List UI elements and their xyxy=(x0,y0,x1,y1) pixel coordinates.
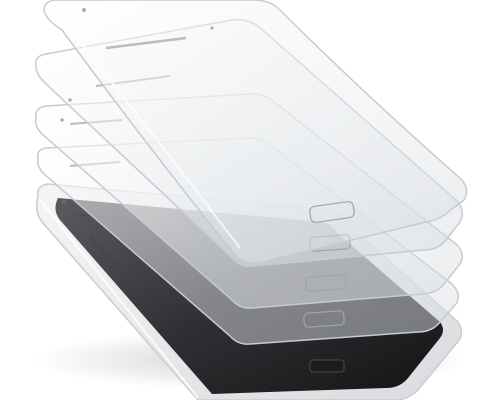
front-camera-icon xyxy=(62,200,66,204)
front-camera-icon xyxy=(82,8,86,12)
photo-canvas xyxy=(30,0,470,400)
home-button-icon xyxy=(309,359,345,373)
sensor-dot xyxy=(210,26,214,30)
front-camera-icon xyxy=(68,98,72,102)
front-camera-icon xyxy=(60,118,64,122)
product-photo xyxy=(0,0,497,400)
